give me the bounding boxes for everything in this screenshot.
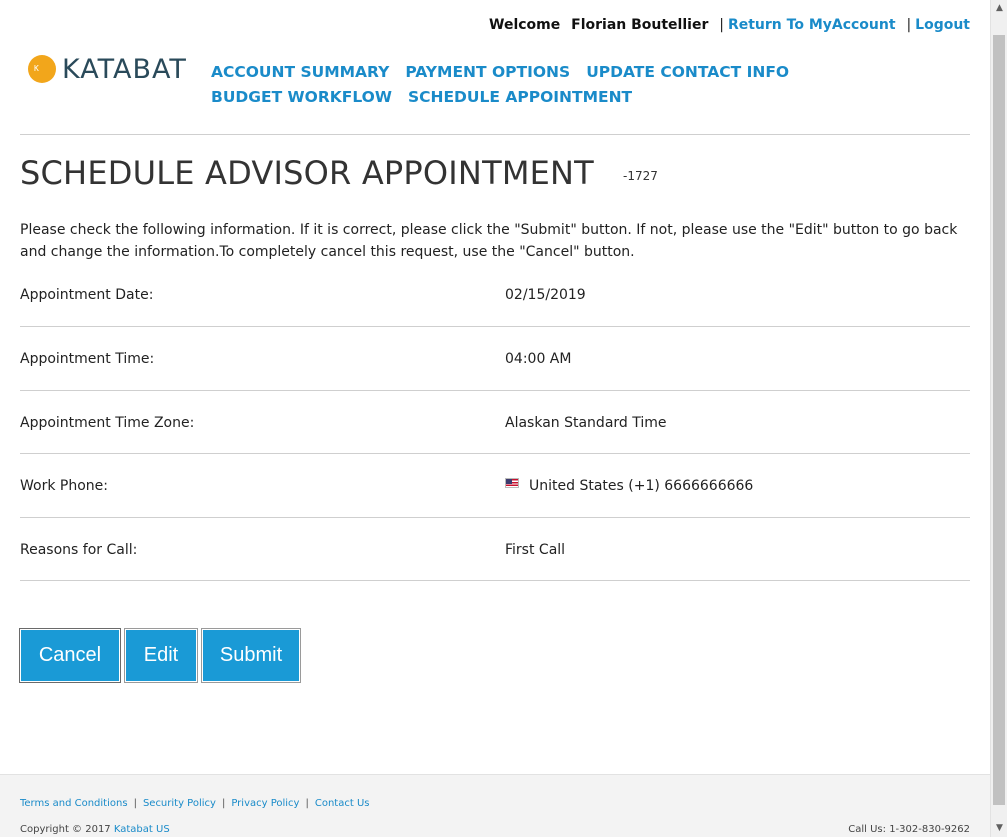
user-name: Florian Boutellier <box>571 17 709 33</box>
detail-row-reasons-for-call: Reasons for Call: First Call <box>20 518 970 581</box>
detail-label: Appointment Time: <box>20 351 155 367</box>
call-us: Call Us: 1-302-830-9262 <box>848 824 970 835</box>
company-link[interactable]: Katabat US <box>114 824 170 835</box>
detail-label: Appointment Time Zone: <box>20 414 195 431</box>
instructions-text: Please check the following information. … <box>20 222 958 260</box>
separator: | <box>133 798 137 809</box>
user-bar: Welcome Florian Boutellier | Return To My… <box>489 17 970 33</box>
us-flag-icon <box>505 478 519 488</box>
submit-button[interactable]: Submit <box>201 628 301 683</box>
vertical-scrollbar[interactable]: ▲ ▼ <box>990 0 1007 837</box>
separator: | <box>305 798 309 809</box>
appointment-details: Appointment Date: 02/15/2019 Appointment… <box>20 263 970 581</box>
logo-text: KATABAT <box>62 53 187 85</box>
detail-value: 02/15/2019 <box>505 287 586 303</box>
privacy-policy-link[interactable]: Privacy Policy <box>231 798 299 809</box>
page: Welcome Florian Boutellier | Return To My… <box>0 0 1007 837</box>
detail-label: Reasons for Call: <box>20 541 138 558</box>
account-suffix: -1727 <box>623 169 658 183</box>
detail-row-appointment-date: Appointment Date: 02/15/2019 <box>20 263 970 327</box>
nav-update-contact-info[interactable]: UPDATE CONTACT INFO <box>586 60 789 85</box>
header-divider <box>20 134 970 135</box>
logo-mark-icon: K <box>28 55 56 83</box>
contact-us-link[interactable]: Contact Us <box>315 798 370 809</box>
terms-link[interactable]: Terms and Conditions <box>20 798 128 809</box>
scroll-up-icon[interactable]: ▲ <box>991 0 1007 17</box>
footer: Terms and Conditions | Security Policy | Pri… <box>0 774 990 837</box>
separator: | <box>906 17 912 33</box>
detail-value: 04:00 AM <box>505 351 572 367</box>
detail-value: United States (+1) 6666666666 <box>505 478 753 494</box>
detail-label: Appointment Date: <box>20 287 154 303</box>
separator: | <box>719 17 724 33</box>
scroll-thumb[interactable] <box>993 35 1005 805</box>
detail-row-work-phone: Work Phone: United States (+1) 666666666… <box>20 454 970 518</box>
edit-button[interactable]: Edit <box>124 628 198 683</box>
detail-label: Work Phone: <box>20 478 108 494</box>
copyright: Copyright © 2017 Katabat US <box>20 824 170 835</box>
action-buttons: Cancel Edit Submit <box>19 628 305 683</box>
nav-budget-workflow[interactable]: BUDGET WORKFLOW <box>211 85 392 110</box>
scroll-down-icon[interactable]: ▼ <box>991 820 1007 837</box>
welcome-label: Welcome <box>489 17 561 33</box>
nav-schedule-appointment[interactable]: SCHEDULE APPOINTMENT <box>408 85 632 110</box>
detail-value: Alaskan Standard Time <box>505 414 667 431</box>
page-title: SCHEDULE ADVISOR APPOINTMENT <box>20 154 594 192</box>
katabat-logo[interactable]: K KATABAT <box>28 53 187 85</box>
detail-row-time-zone: Appointment Time Zone: Alaskan Standard … <box>20 391 970 454</box>
logout-link[interactable]: Logout <box>915 17 970 33</box>
detail-row-appointment-time: Appointment Time: 04:00 AM <box>20 327 970 391</box>
return-to-myaccount-link[interactable]: Return To MyAccount <box>728 17 896 33</box>
page-title-row: SCHEDULE ADVISOR APPOINTMENT -1727 <box>20 154 658 192</box>
cancel-button[interactable]: Cancel <box>19 628 121 683</box>
detail-value: First Call <box>505 541 566 558</box>
nav-account-summary[interactable]: ACCOUNT SUMMARY <box>211 60 389 85</box>
separator: | <box>221 798 226 809</box>
security-policy-link[interactable]: Security Policy <box>143 798 216 809</box>
nav-payment-options[interactable]: PAYMENT OPTIONS <box>405 60 570 85</box>
footer-links: Terms and Conditions | Security Policy | Pri… <box>20 798 369 809</box>
main-nav: ACCOUNT SUMMARY PAYMENT OPTIONS UPDATE CON… <box>211 60 931 110</box>
